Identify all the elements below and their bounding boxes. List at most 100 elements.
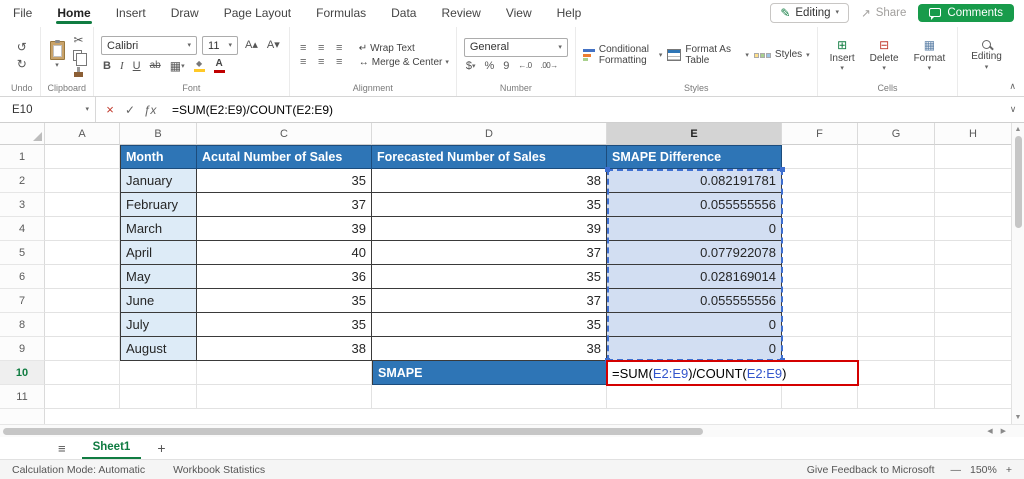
cell-h9[interactable] — [935, 337, 1011, 361]
cell-month[interactable]: March — [120, 217, 197, 241]
menu-tab-help[interactable]: Help — [556, 0, 583, 25]
cell-forecast[interactable]: 38 — [372, 337, 607, 361]
cell-month[interactable]: January — [120, 169, 197, 193]
cancel-icon[interactable]: × — [100, 102, 120, 117]
cell-forecast[interactable]: 37 — [372, 241, 607, 265]
increase-decimal-button[interactable]: ←.0 — [516, 61, 533, 71]
undo-button[interactable]: ↺ — [15, 40, 29, 54]
cell-actual[interactable]: 35 — [197, 313, 372, 337]
cell-forecast[interactable]: 39 — [372, 217, 607, 241]
wrap-text-button[interactable]: ↵ Wrap Text — [359, 43, 415, 54]
cell-g10[interactable] — [858, 361, 935, 385]
grow-font-button[interactable]: A▴ — [243, 39, 260, 52]
menu-tab-file[interactable]: File — [12, 0, 33, 25]
share-button[interactable]: ↗ Share — [861, 6, 906, 20]
row-header-7[interactable]: 7 — [0, 289, 45, 313]
cell-f6[interactable] — [782, 265, 858, 289]
col-header-c[interactable]: C — [197, 123, 372, 145]
align-bottom-icon[interactable]: ≡ — [333, 42, 346, 54]
cell-actual[interactable]: 35 — [197, 169, 372, 193]
cell-month[interactable]: June — [120, 289, 197, 313]
cell-a3[interactable] — [45, 193, 120, 217]
cell-h5[interactable] — [935, 241, 1011, 265]
row-header-9[interactable]: 9 — [0, 337, 45, 361]
col-header-f[interactable]: F — [782, 123, 858, 145]
editing-mode-button[interactable]: ✎ Editing ▾ — [770, 2, 850, 23]
row-header-8[interactable]: 8 — [0, 313, 45, 337]
cut-button[interactable]: ✂ — [72, 33, 86, 47]
scroll-down-icon[interactable]: ▼ — [1015, 411, 1022, 424]
cell-forecast[interactable]: 37 — [372, 289, 607, 313]
cell-a9[interactable] — [45, 337, 120, 361]
cell-smape[interactable]: 0 — [607, 313, 782, 337]
comma-style-button[interactable]: 9 — [501, 60, 511, 73]
insert-cells-button[interactable]: ⊞ Insert ▾ — [825, 38, 860, 72]
feedback-link[interactable]: Give Feedback to Microsoft — [807, 464, 935, 476]
merge-center-button[interactable]: ↔ Merge & Center ▾ — [359, 57, 449, 68]
menu-tab-page-layout[interactable]: Page Layout — [223, 0, 292, 25]
cell-h7[interactable] — [935, 289, 1011, 313]
cell-actual[interactable]: 39 — [197, 217, 372, 241]
cell-g7[interactable] — [858, 289, 935, 313]
cell-smape[interactable]: 0.055555556 — [607, 193, 782, 217]
comments-button[interactable]: Comments — [918, 3, 1014, 22]
conditional-formatting-button[interactable]: Conditional Formatting ▾ — [582, 44, 662, 67]
scroll-left-icon[interactable]: ◀ — [987, 427, 992, 435]
accounting-format-button[interactable]: $ ▾ — [464, 60, 478, 73]
cell-forecast[interactable]: 35 — [372, 313, 607, 337]
redo-button[interactable]: ↻ — [15, 57, 29, 71]
cell-a6[interactable] — [45, 265, 120, 289]
cell-f4[interactable] — [782, 217, 858, 241]
col-header-a[interactable]: A — [45, 123, 120, 145]
cell-h8[interactable] — [935, 313, 1011, 337]
row-header-4[interactable]: 4 — [0, 217, 45, 241]
col-header-e-selected[interactable]: E — [607, 123, 782, 145]
col-header-h[interactable]: H — [935, 123, 1011, 145]
align-right-icon[interactable]: ≡ — [333, 56, 346, 68]
row-header-11[interactable]: 11 — [0, 385, 45, 409]
align-middle-icon[interactable]: ≡ — [315, 42, 328, 54]
cell-a5[interactable] — [45, 241, 120, 265]
cell-b11[interactable] — [120, 385, 197, 409]
formula-input[interactable]: =SUM(E2:E9)/COUNT(E2:E9) — [164, 97, 1002, 122]
cell-h3[interactable] — [935, 193, 1011, 217]
cell-c1-actual-header[interactable]: Acutal Number of Sales — [197, 145, 372, 169]
cell-month[interactable]: July — [120, 313, 197, 337]
copy-icon[interactable] — [72, 50, 87, 66]
sheet-tab-sheet1[interactable]: Sheet1 — [81, 437, 142, 459]
cell-g2[interactable] — [858, 169, 935, 193]
cell-month[interactable]: February — [120, 193, 197, 217]
horizontal-scrollbar[interactable]: ◀ ▶ — [0, 424, 1024, 437]
font-name-select[interactable]: Calibri ▾ — [101, 36, 198, 55]
cell-a10[interactable] — [45, 361, 120, 385]
cell-styles-button[interactable]: Styles ▾ — [753, 49, 810, 61]
cell-f7[interactable] — [782, 289, 858, 313]
zoom-in-button[interactable]: + — [1006, 464, 1012, 476]
col-header-g[interactable]: G — [858, 123, 935, 145]
collapse-ribbon-button[interactable]: ∧ — [1009, 81, 1016, 92]
row-header-6[interactable]: 6 — [0, 265, 45, 289]
cell-smape[interactable]: 0.055555556 — [607, 289, 782, 313]
strikethrough-button[interactable]: ab — [148, 60, 163, 72]
cell-f11[interactable] — [782, 385, 858, 409]
cell-g11[interactable] — [858, 385, 935, 409]
cell-h10[interactable] — [935, 361, 1011, 385]
cell-a11[interactable] — [45, 385, 120, 409]
cell-f8[interactable] — [782, 313, 858, 337]
menu-tab-data[interactable]: Data — [390, 0, 417, 25]
cell-smape[interactable]: 0 — [607, 337, 782, 361]
expand-formula-bar-icon[interactable]: ∨ — [1002, 97, 1024, 122]
cell-f1[interactable] — [782, 145, 858, 169]
decrease-decimal-button[interactable]: .00→ — [539, 61, 560, 71]
vertical-scroll-thumb[interactable] — [1014, 136, 1022, 228]
scroll-up-icon[interactable]: ▲ — [1015, 123, 1022, 136]
cell-smape[interactable]: 0.077922078 — [607, 241, 782, 265]
cell-f3[interactable] — [782, 193, 858, 217]
cell-d11[interactable] — [372, 385, 607, 409]
cell-actual[interactable]: 37 — [197, 193, 372, 217]
cell-f9[interactable] — [782, 337, 858, 361]
zoom-level[interactable]: 150% — [970, 464, 997, 476]
cell-g5[interactable] — [858, 241, 935, 265]
italic-button[interactable]: I — [118, 60, 126, 73]
cell-h2[interactable] — [935, 169, 1011, 193]
